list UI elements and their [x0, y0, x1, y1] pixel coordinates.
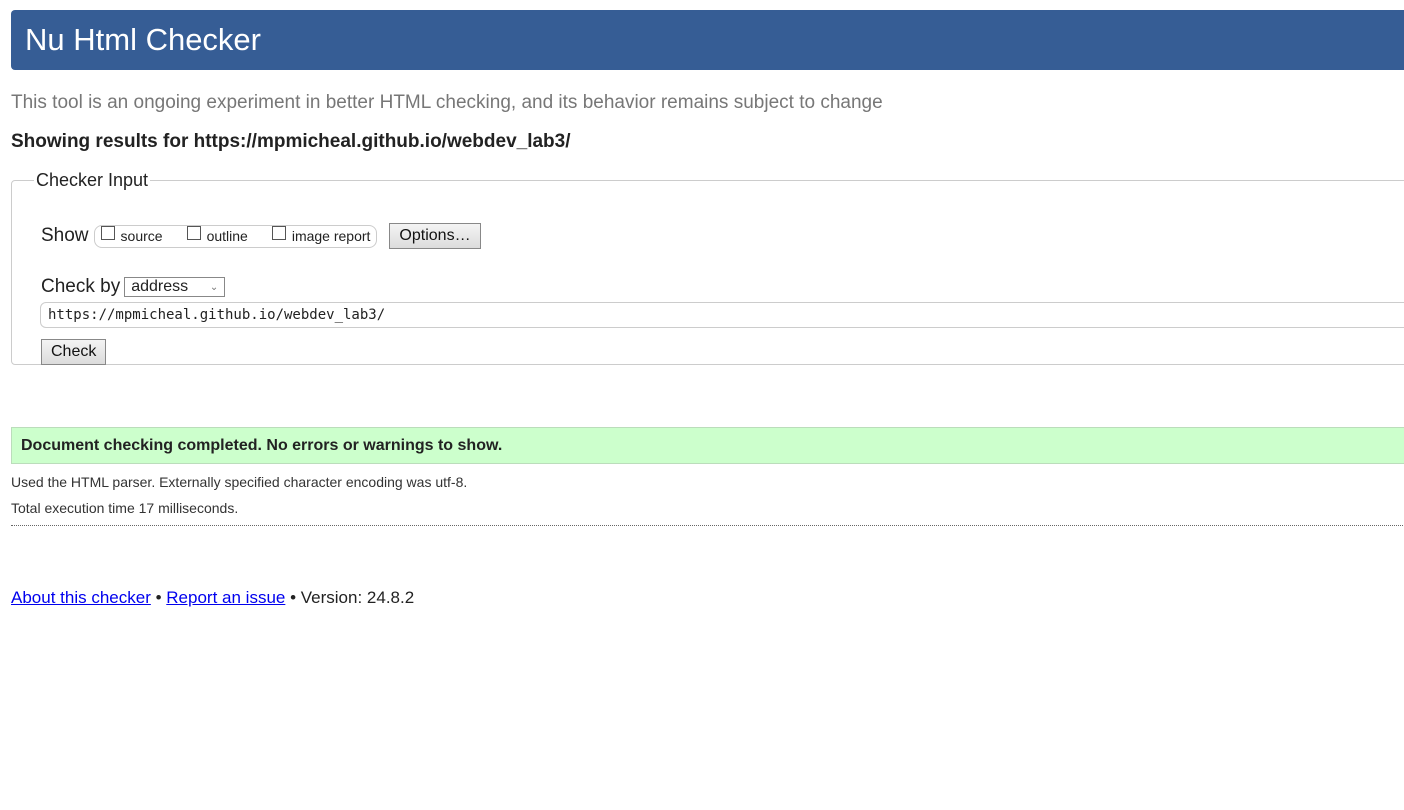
checker-input-fieldset: Checker Input Show source outline image …: [11, 170, 1404, 365]
execution-time: Total execution time 17 milliseconds.: [11, 500, 239, 516]
footer-separator: •: [155, 588, 162, 607]
options-button[interactable]: Options…: [389, 223, 481, 249]
checker-input-legend: Checker Input: [36, 170, 149, 190]
footer: About this checker • Report an issue • V…: [11, 588, 414, 608]
check-button[interactable]: Check: [41, 339, 107, 365]
check-by-value: address: [131, 278, 189, 295]
about-link[interactable]: About this checker: [11, 588, 151, 607]
show-row: Show source outline image report Options…: [41, 223, 481, 249]
chevron-down-icon: ⌄: [209, 281, 219, 293]
option-label: outline: [206, 228, 248, 244]
option-image-report[interactable]: image report: [271, 226, 371, 244]
show-label: Show: [41, 225, 89, 246]
showing-results-heading: Showing results for https://mpmicheal.gi…: [11, 131, 571, 152]
parser-info: Used the HTML parser. Externally specifi…: [11, 474, 468, 490]
header-banner: Nu Html Checker: [11, 10, 1404, 70]
check-by-select[interactable]: address ⌄: [124, 277, 226, 297]
url-input[interactable]: https://mpmicheal.github.io/webdev_lab3/: [40, 302, 1404, 328]
check-by-row: Check by address ⌄: [41, 276, 226, 298]
check-by-label: Check by: [41, 276, 121, 297]
option-label: image report: [291, 228, 371, 244]
source-checkbox[interactable]: [100, 226, 115, 240]
subtitle: This tool is an ongoing experiment in be…: [11, 92, 883, 113]
version-text: • Version: 24.8.2: [290, 588, 415, 607]
image-report-checkbox[interactable]: [271, 226, 286, 240]
option-label: source: [120, 228, 163, 244]
option-source[interactable]: source: [100, 226, 163, 244]
divider: [11, 525, 1404, 526]
show-options-group: source outline image report: [93, 224, 378, 248]
report-issue-link[interactable]: Report an issue: [166, 588, 285, 607]
page-title: Nu Html Checker: [25, 22, 261, 57]
outline-checkbox[interactable]: [186, 226, 201, 240]
success-message: Document checking completed. No errors o…: [11, 427, 1404, 464]
option-outline[interactable]: outline: [186, 226, 248, 244]
